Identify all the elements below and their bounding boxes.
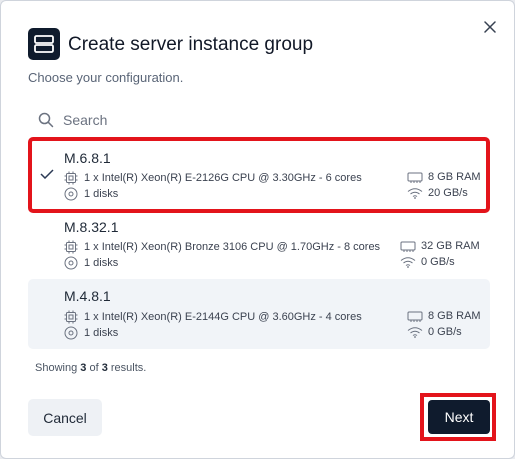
disk-spec: 1 disks	[64, 187, 118, 201]
cpu-icon	[64, 171, 78, 185]
cpu-spec: 1 x Intel(R) Xeon(R) E-2126G CPU @ 3.30G…	[64, 171, 362, 185]
list-item-m-6-8-1[interactable]: M.6.8.1 1 x Intel(R) Xeon(R) E-2126G CPU…	[28, 137, 490, 213]
configuration-list: Search M.6.8.1 1 x Intel(R) Xeon(R) E-21…	[28, 99, 490, 385]
search-input[interactable]: Search	[38, 109, 478, 131]
result-count: Showing 3 of 3 results.	[35, 362, 147, 374]
cpu-spec: 1 x Intel(R) Xeon(R) Bronze 3106 CPU @ 1…	[64, 240, 380, 254]
search-icon	[38, 112, 54, 128]
instance-name: M.8.32.1	[64, 219, 119, 235]
instance-name: M.4.8.1	[64, 288, 111, 304]
network-spec: 0 GB/s	[400, 256, 455, 268]
memory-icon	[400, 240, 416, 252]
disk-spec: 1 disks	[64, 326, 118, 340]
server-icon	[28, 28, 60, 60]
instance-name: M.6.8.1	[64, 150, 111, 166]
dialog-title: Create server instance group	[68, 34, 314, 55]
cpu-spec: 1 x Intel(R) Xeon(R) E-2144G CPU @ 3.60G…	[64, 310, 362, 324]
cpu-icon	[64, 240, 78, 254]
wifi-icon	[407, 326, 423, 338]
network-spec: 0 GB/s	[407, 326, 462, 338]
cpu-icon	[64, 310, 78, 324]
search-placeholder: Search	[63, 112, 108, 128]
next-button[interactable]: Next	[428, 400, 490, 434]
dialog-subtitle: Choose your configuration.	[28, 70, 184, 85]
close-icon[interactable]	[479, 16, 501, 38]
wifi-icon	[400, 256, 416, 268]
memory-icon	[407, 171, 423, 183]
network-spec: 20 GB/s	[407, 187, 468, 199]
list-item-m-8-32-1[interactable]: M.8.32.1 1 x Intel(R) Xeon(R) Bronze 310…	[28, 213, 490, 277]
ram-spec: 8 GB RAM	[407, 310, 481, 322]
check-icon	[40, 169, 54, 179]
wifi-icon	[407, 187, 423, 199]
cancel-button[interactable]: Cancel	[28, 399, 102, 436]
disk-icon	[64, 256, 78, 270]
disk-spec: 1 disks	[64, 256, 118, 270]
ram-spec: 32 GB RAM	[400, 240, 480, 252]
disk-icon	[64, 326, 78, 340]
create-server-dialog: Create server instance group Choose your…	[0, 0, 515, 459]
memory-icon	[407, 310, 423, 322]
list-item-m-4-8-1[interactable]: M.4.8.1 1 x Intel(R) Xeon(R) E-2144G CPU…	[28, 279, 490, 349]
ram-spec: 8 GB RAM	[407, 171, 481, 183]
disk-icon	[64, 187, 78, 201]
